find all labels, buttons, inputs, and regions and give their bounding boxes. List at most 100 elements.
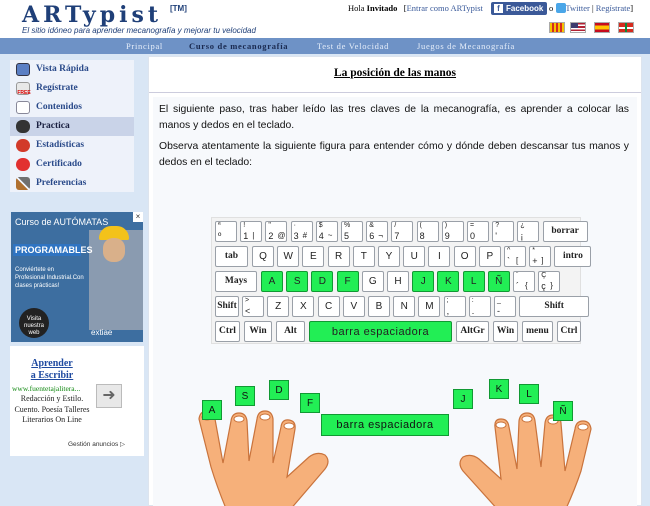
key-z: Z xyxy=(267,296,290,317)
twitter-login-link[interactable]: Twitter xyxy=(565,3,589,13)
twitter-icon[interactable] xyxy=(556,3,566,13)
key-win-right: Win xyxy=(493,321,518,342)
finger-label-d: D xyxy=(269,380,289,400)
key-row1: · 3 # xyxy=(290,221,313,242)
key-angle: > < xyxy=(242,296,264,317)
key-row1: ªº xyxy=(215,221,237,242)
ad-brand: extiae xyxy=(91,328,113,337)
ad-visit-button[interactable]: Visita nuestra web xyxy=(19,308,49,338)
key-row4-extra: _ - xyxy=(494,296,516,317)
register-link[interactable]: Regístrate xyxy=(596,3,630,13)
key-d: D xyxy=(311,271,334,292)
greeting: Hola xyxy=(348,3,365,13)
nav-principal[interactable]: Principal xyxy=(126,41,163,51)
key-row3-extra: ¨ ´{ xyxy=(513,271,535,292)
finger-label-a: A xyxy=(202,400,222,420)
key-m: M xyxy=(418,296,441,317)
finger-label-k: K xyxy=(489,379,509,399)
main-nav: Principal Curso de mecanografía Test de … xyxy=(0,38,650,54)
key-intro: intro xyxy=(554,246,592,267)
ad-face xyxy=(103,238,125,262)
text-ad-body: Redacción y Estilo. Cuento. Poesía Talle… xyxy=(14,394,90,424)
key-t: T xyxy=(352,246,375,267)
login-link[interactable]: Entrar como ARTypist xyxy=(407,3,483,13)
instruction-paragraph: Observa atentamente la siguiente figura … xyxy=(159,141,629,168)
finger-label-s: S xyxy=(235,386,255,406)
catalan-flag-icon[interactable] xyxy=(549,22,565,33)
key-row1: % 5 xyxy=(341,221,363,242)
key-enye: Ñ xyxy=(487,271,510,292)
key-mays: Mays xyxy=(215,271,257,292)
key-y: Y xyxy=(378,246,400,267)
ad-subtext: Conviértete en Profesional Industrial.Co… xyxy=(15,267,84,289)
sidebar-menu: Vista Rápida FREE Regístrate Contenidos … xyxy=(10,60,134,192)
key-s: S xyxy=(286,271,309,292)
user-bar: Hola Invitado [Entrar como ARTypist xyxy=(348,3,483,13)
typing-icon xyxy=(16,120,30,133)
text-ad-url[interactable]: www.fuentetajalitera... xyxy=(12,384,94,393)
finger-label-f: F xyxy=(300,393,320,413)
key-row1: $4 ~ xyxy=(315,221,338,242)
nav-juegos[interactable]: Juegos de Mecanografía xyxy=(417,41,515,51)
thumb-spacebar-label: barra espaciadora xyxy=(321,414,449,436)
arrow-right-icon[interactable]: ➜ xyxy=(96,384,122,408)
page-title: La posición de las manos xyxy=(333,67,457,79)
key-p: P xyxy=(478,246,501,267)
sidebar-item-certificado[interactable]: Certificado xyxy=(10,155,134,174)
free-icon: FREE xyxy=(16,82,31,96)
key-row3-extra: Çç} xyxy=(538,271,561,292)
site-logo[interactable]: ARTypist xyxy=(22,2,162,28)
text-ad-title[interactable]: Aprender a Escribir xyxy=(28,358,76,382)
sidebar-item-preferencias[interactable]: Preferencias xyxy=(10,174,134,193)
key-spacebar: barra espaciadora xyxy=(309,321,452,342)
separator: | xyxy=(591,3,594,13)
key-row1: /7 xyxy=(391,221,414,242)
nav-curso[interactable]: Curso de mecanografía xyxy=(189,41,288,51)
key-v: V xyxy=(342,296,365,317)
certificate-icon xyxy=(16,158,30,171)
key-borrar: borrar xyxy=(542,221,588,242)
key-w: W xyxy=(277,246,300,267)
chart-icon xyxy=(16,139,30,152)
sidebar-item-estadisticas[interactable]: Estadísticas xyxy=(10,136,134,155)
finger-label-l: L xyxy=(519,384,539,404)
ad-line1: Curso de AUTÓMATAS xyxy=(15,217,109,227)
facebook-icon: f xyxy=(494,4,503,13)
key-shift-left: Shift xyxy=(215,296,239,317)
key-a: A xyxy=(261,271,283,292)
key-k: K xyxy=(437,271,460,292)
key-row1: ) 9 xyxy=(441,221,464,242)
key-row1: ! 1 | xyxy=(240,221,263,242)
key-u: U xyxy=(403,246,426,267)
key-x: X xyxy=(292,296,315,317)
key-e: E xyxy=(302,246,325,267)
finger-label-j: J xyxy=(453,389,473,409)
sidebar-item-practica[interactable]: Practica xyxy=(10,117,134,136)
key-b: B xyxy=(368,296,390,317)
basque-flag-icon[interactable] xyxy=(618,22,634,33)
us-flag-icon[interactable] xyxy=(570,22,586,33)
ad-close-icon[interactable]: × xyxy=(133,212,143,222)
key-n: N xyxy=(393,296,416,317)
nav-test-velocidad[interactable]: Test de Velocidad xyxy=(317,41,389,51)
ad-management-link[interactable]: Gestión anuncios ▷ xyxy=(68,440,125,448)
key-tab: tab xyxy=(215,246,248,267)
key-h: H xyxy=(387,271,409,292)
facebook-login-button[interactable]: f Facebook xyxy=(491,2,547,15)
key-o: O xyxy=(453,246,476,267)
key-ctrl-right: Ctrl xyxy=(557,321,581,342)
key-f: F xyxy=(336,271,359,292)
sidebar-item-contenidos[interactable]: Contenidos xyxy=(10,98,134,117)
spain-flag-icon[interactable] xyxy=(594,22,610,33)
key-c: C xyxy=(317,296,340,317)
key-row1: = 0 xyxy=(467,221,489,242)
key-r: R xyxy=(327,246,350,267)
key-j: J xyxy=(412,271,435,292)
sidebar-item-vista-rapida[interactable]: Vista Rápida xyxy=(10,60,134,79)
ad-banner[interactable]: Curso de AUTÓMATAS PROGRAMABLES Conviért… xyxy=(11,212,143,342)
key-i: I xyxy=(428,246,451,267)
key-win-left: Win xyxy=(244,321,272,342)
keyboard-diagram: ª º! 1 | " 2 @ · 3 # $4 ~% 5 & 6 ¬/7(8) 9 = 0? ' ¿ ¡ borrar tab… xyxy=(211,217,592,344)
sidebar-item-registrate[interactable]: FREE Regístrate xyxy=(10,79,134,98)
tools-icon xyxy=(16,177,30,190)
